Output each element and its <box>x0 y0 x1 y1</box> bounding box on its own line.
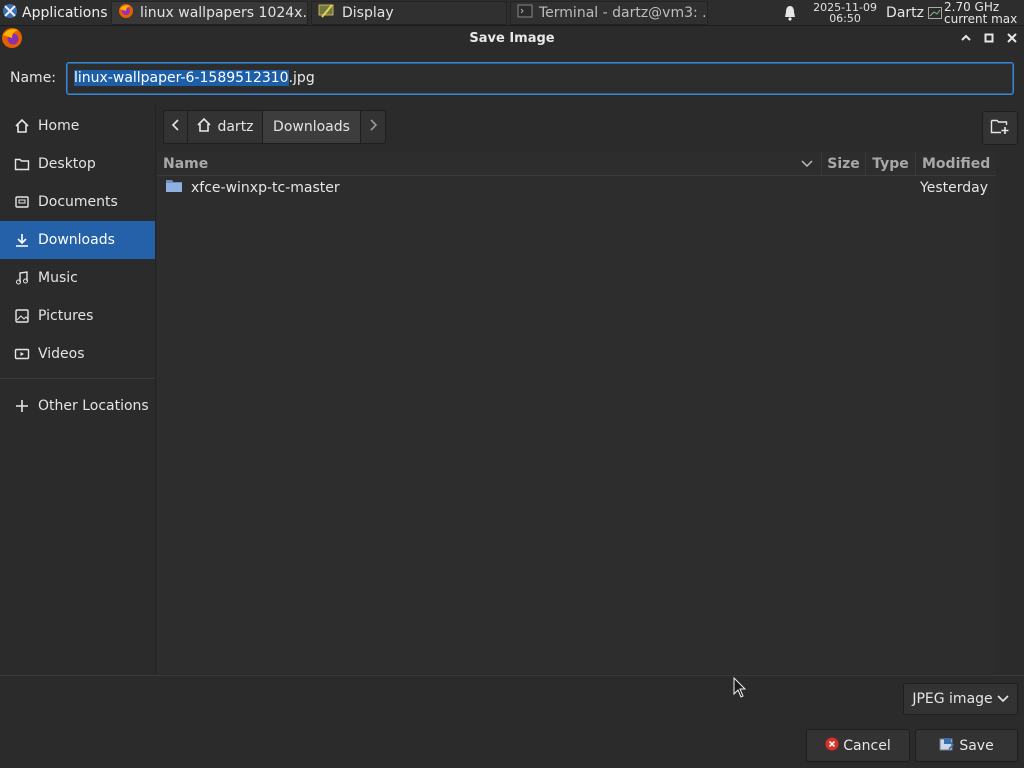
sidebar-item-home[interactable]: Home <box>0 107 155 145</box>
chevron-down-icon <box>997 691 1009 707</box>
sidebar-item-label: Videos <box>38 346 85 362</box>
applications-menu[interactable]: Applications ☰ <box>0 0 108 26</box>
desktop-folder-icon <box>14 156 30 172</box>
sidebar-item-music[interactable]: Music <box>0 259 155 297</box>
sidebar-item-label: Pictures <box>38 308 94 324</box>
xfce-logo-icon <box>2 3 18 23</box>
task-label: linux wallpapers 1024x... <box>140 4 308 21</box>
sidebar-item-label: Music <box>38 270 78 286</box>
save-label: Save <box>959 737 994 754</box>
cancel-label: Cancel <box>843 737 891 754</box>
sidebar-item-documents[interactable]: Documents <box>0 183 155 221</box>
sidebar-item-downloads[interactable]: Downloads <box>0 221 155 259</box>
name-row: Name: linux-wallpaper-6-1589512310 .jpg <box>0 50 1024 106</box>
new-folder-icon <box>990 117 1010 139</box>
places-sidebar: Home Desktop Documents Downloads Music P… <box>0 106 156 675</box>
file-modified: Yesterday <box>920 180 988 196</box>
column-name[interactable]: Name <box>157 151 822 176</box>
firefox-icon <box>118 3 134 23</box>
path-home-label: dartz <box>217 119 254 135</box>
terminal-icon <box>517 3 533 23</box>
task-display[interactable]: Display <box>311 0 507 25</box>
save-button[interactable]: Save <box>915 729 1018 762</box>
sidebar-item-label: Downloads <box>38 232 115 248</box>
maximize-icon[interactable] <box>981 30 997 46</box>
mouse-pointer-icon <box>733 676 747 699</box>
plus-icon <box>14 398 30 414</box>
close-icon[interactable] <box>1004 30 1020 46</box>
name-label: Name: <box>10 70 57 86</box>
folder-icon <box>165 178 183 198</box>
chevron-right-icon <box>368 119 378 135</box>
sidebar-item-pictures[interactable]: Pictures <box>0 297 155 335</box>
sidebar-item-label: Home <box>38 118 80 134</box>
home-icon <box>14 118 30 134</box>
cpu-freq-value: 2.70 GHz <box>944 0 1000 14</box>
user-menu[interactable]: Dartz <box>886 5 924 21</box>
chevron-up-icon[interactable] <box>958 30 974 46</box>
music-icon <box>14 270 30 286</box>
firefox-icon <box>1 27 23 49</box>
videos-icon <box>14 346 30 362</box>
sidebar-item-label: Documents <box>38 194 118 210</box>
file-list-header: Name Size Type Modified <box>157 151 996 176</box>
path-downloads-button[interactable]: Downloads <box>263 110 361 144</box>
sidebar-item-videos[interactable]: Videos <box>0 335 155 373</box>
dialog-titlebar[interactable]: Save Image <box>0 26 1024 50</box>
filename-input[interactable]: linux-wallpaper-6-1589512310 .jpg <box>66 61 1014 95</box>
path-current-label: Downloads <box>273 119 350 135</box>
pictures-icon <box>14 308 30 324</box>
column-name-label: Name <box>163 155 209 172</box>
home-icon <box>196 117 212 137</box>
save-icon <box>939 737 955 755</box>
documents-icon <box>14 194 30 210</box>
sidebar-item-label: Desktop <box>38 156 96 172</box>
applications-label: Applications <box>22 4 108 21</box>
sidebar-item-desktop[interactable]: Desktop <box>0 145 155 183</box>
task-firefox[interactable]: linux wallpapers 1024x... <box>111 0 308 25</box>
task-label: Terminal - dartz@vm3: ... <box>539 4 708 21</box>
path-home-button[interactable]: dartz <box>188 110 263 144</box>
create-folder-button[interactable] <box>982 111 1018 145</box>
file-list[interactable]: Name Size Type Modified xfce-winxp-tc-ma… <box>157 151 996 674</box>
dialog-title: Save Image <box>469 30 555 46</box>
sidebar-separator <box>0 378 155 379</box>
sidebar-item-label: Other Locations <box>38 398 149 414</box>
file-name: xfce-winxp-tc-master <box>191 180 340 196</box>
task-label: Display <box>342 4 394 21</box>
path-bar: dartz Downloads <box>163 110 386 144</box>
clock-date: 2025-11-09 <box>813 0 878 14</box>
filename-selected-text: linux-wallpaper-6-1589512310 <box>74 70 289 86</box>
cpu-frequency[interactable]: 2.70 GHz current max <box>944 0 1024 26</box>
clock-time: 06:50 <box>829 11 861 25</box>
filename-extension: .jpg <box>288 70 315 86</box>
download-icon <box>14 232 30 248</box>
cancel-button[interactable]: Cancel <box>806 729 910 762</box>
sidebar-item-other-locations[interactable]: Other Locations <box>0 387 155 425</box>
display-settings-icon <box>318 3 336 23</box>
column-modified[interactable]: Modified <box>916 152 996 176</box>
filter-label: JPEG image <box>912 691 993 707</box>
column-type[interactable]: Type <box>866 151 916 176</box>
path-forward-button[interactable] <box>361 110 386 144</box>
cpu-freq-icon <box>928 6 942 19</box>
sort-chevron-down-icon <box>801 156 813 172</box>
column-size[interactable]: Size <box>822 151 866 176</box>
table-row[interactable]: xfce-winxp-tc-master Yesterday <box>157 176 996 200</box>
clock[interactable]: 2025-11-09 06:50 <box>812 2 878 24</box>
file-list-scroll-area <box>996 152 1024 674</box>
path-back-button[interactable] <box>163 110 188 144</box>
notification-bell-icon[interactable] <box>782 5 798 21</box>
taskbar: Applications ☰ linux wallpapers 1024x...… <box>0 0 1024 26</box>
file-type-filter-dropdown[interactable]: JPEG image <box>903 683 1018 715</box>
cancel-icon <box>825 737 839 755</box>
task-terminal[interactable]: Terminal - dartz@vm3: ... <box>510 0 708 25</box>
chevron-left-icon <box>171 119 181 135</box>
cpu-freq-mode: current max <box>944 11 1018 26</box>
